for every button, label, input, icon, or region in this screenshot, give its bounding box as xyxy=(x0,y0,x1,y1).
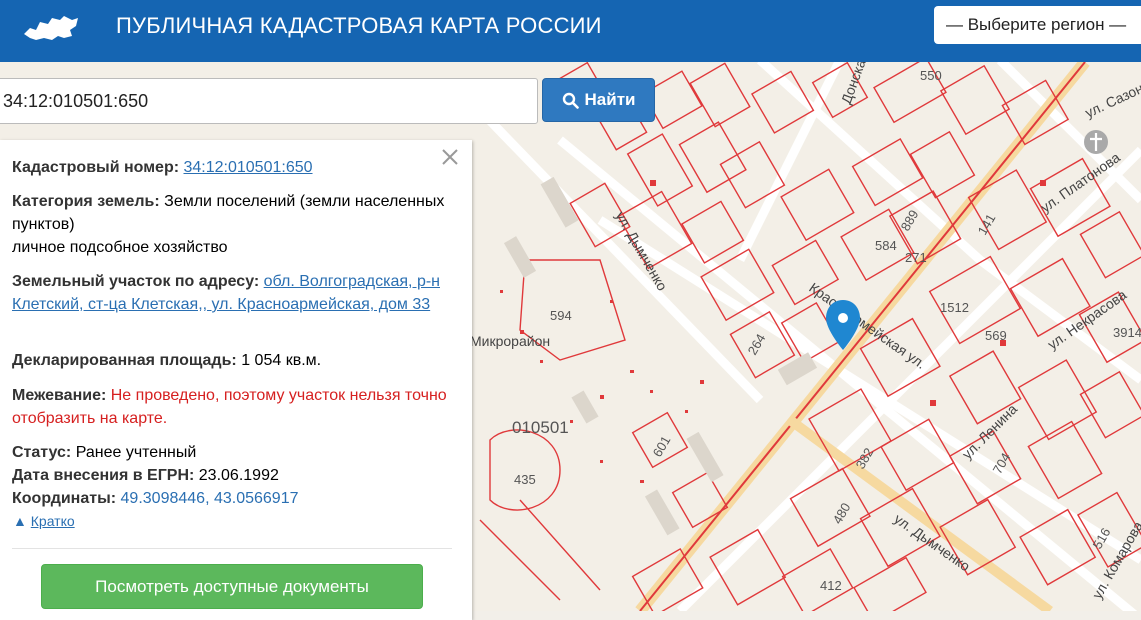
caret-up-icon: ▲ xyxy=(13,513,27,529)
egrn-date-row: Дата внесения в ЕГРН: 23.06.1992 xyxy=(12,464,452,487)
egrn-date-value: 23.06.1992 xyxy=(198,467,279,484)
land-category-row: Категория земель: Земли поселений (земли… xyxy=(12,190,452,259)
address-label: Земельный участок по адресу: xyxy=(12,273,260,290)
russia-map-logo xyxy=(24,16,78,40)
parcel-label: 550 xyxy=(920,68,942,83)
panel-divider xyxy=(12,548,452,549)
parcel-label: 1512 xyxy=(940,300,969,315)
district-label: Микрорайон xyxy=(470,333,550,349)
church-icon xyxy=(1084,130,1108,154)
app-title: ПУБЛИЧНАЯ КАДАСТРОВАЯ КАРТА РОССИИ xyxy=(116,13,602,38)
status-row: Статус: Ранее учтенный xyxy=(12,441,452,464)
land-use-value: личное подсобное хозяйство xyxy=(12,239,228,256)
parcel-label: 569 xyxy=(985,328,1007,343)
land-category-label: Категория земель: xyxy=(12,193,160,210)
search-button-label: Найти xyxy=(584,90,636,109)
egrn-date-label: Дата внесения в ЕГРН: xyxy=(12,467,195,484)
cadastral-number-label: Кадастровый номер: xyxy=(12,159,180,176)
parcel-label: 412 xyxy=(820,578,842,593)
search-button[interactable]: Найти xyxy=(542,78,655,122)
cadastral-search-input[interactable] xyxy=(0,78,538,124)
status-value: Ранее учтенный xyxy=(75,444,197,461)
view-documents-button[interactable]: Посмотреть доступные документы xyxy=(41,564,423,609)
parcel-label: 594 xyxy=(550,308,572,323)
survey-label: Межевание: xyxy=(12,387,107,404)
area-value: 1 054 кв.м. xyxy=(241,352,322,369)
coordinates-row: Координаты: 49.3098446, 43.0566917 xyxy=(12,487,452,510)
status-label: Статус: xyxy=(12,444,72,461)
survey-row: Межевание: Не проведено, поэтому участок… xyxy=(12,384,452,430)
parcel-label: 435 xyxy=(514,472,536,487)
quarter-label: 010501 xyxy=(512,418,569,437)
brief-toggle-label: Кратко xyxy=(30,513,75,529)
area-label: Декларированная площадь: xyxy=(12,352,237,369)
parcel-label: 584 xyxy=(875,238,897,253)
cadastral-number-link[interactable]: 34:12:010501:650 xyxy=(184,159,313,176)
area-row: Декларированная площадь: 1 054 кв.м. xyxy=(12,349,452,372)
parcel-label: 271 xyxy=(905,250,927,265)
coordinates-value[interactable]: 49.3098446, 43.0566917 xyxy=(121,490,299,507)
top-header: ПУБЛИЧНАЯ КАДАСТРОВАЯ КАРТА РОССИИ — Выб… xyxy=(0,0,1141,62)
parcel-label: 3914 xyxy=(1113,325,1141,340)
address-row: Земельный участок по адресу: обл. Волгог… xyxy=(12,270,452,316)
region-select[interactable]: — Выберите регион — xyxy=(934,6,1141,44)
brief-toggle[interactable]: ▲ Кратко xyxy=(13,513,75,529)
coordinates-label: Координаты: xyxy=(12,490,117,507)
search-icon xyxy=(562,92,579,109)
cadastral-number-row: Кадастровый номер: 34:12:010501:650 xyxy=(12,156,452,179)
